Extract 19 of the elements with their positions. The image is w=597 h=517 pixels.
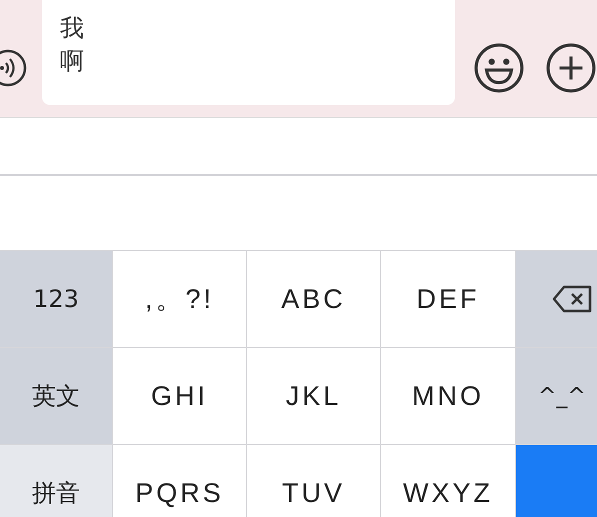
voice-icon[interactable] <box>0 48 28 88</box>
keyboard-key[interactable]: PQRS <box>113 445 246 517</box>
keyboard-key[interactable]: MNO <box>381 348 515 444</box>
keyboard-key[interactable]: DEF <box>381 251 515 347</box>
smiley-icon[interactable] <box>473 42 525 94</box>
add-icon[interactable] <box>545 42 597 94</box>
keyboard-key[interactable]: JKL <box>247 348 380 444</box>
keyboard-key[interactable]: 123 <box>0 251 112 347</box>
keyboard-key[interactable]: ,。?! <box>113 251 246 347</box>
keyboard-key[interactable]: TUV <box>247 445 380 517</box>
keyboard-key[interactable]: 拼音 <box>0 445 112 517</box>
keyboard-key[interactable]: ABC <box>247 251 380 347</box>
keyboard-key[interactable]: WXYZ <box>381 445 515 517</box>
keyboard-key[interactable]: 英文 <box>0 348 112 444</box>
delete-key[interactable] <box>516 251 597 347</box>
input-field[interactable]: 我啊 <box>42 0 455 105</box>
keyboard-key[interactable]: ^_^ <box>516 348 597 444</box>
keyboard-key[interactable]: GHI <box>113 348 246 444</box>
backspace-icon <box>552 284 592 314</box>
